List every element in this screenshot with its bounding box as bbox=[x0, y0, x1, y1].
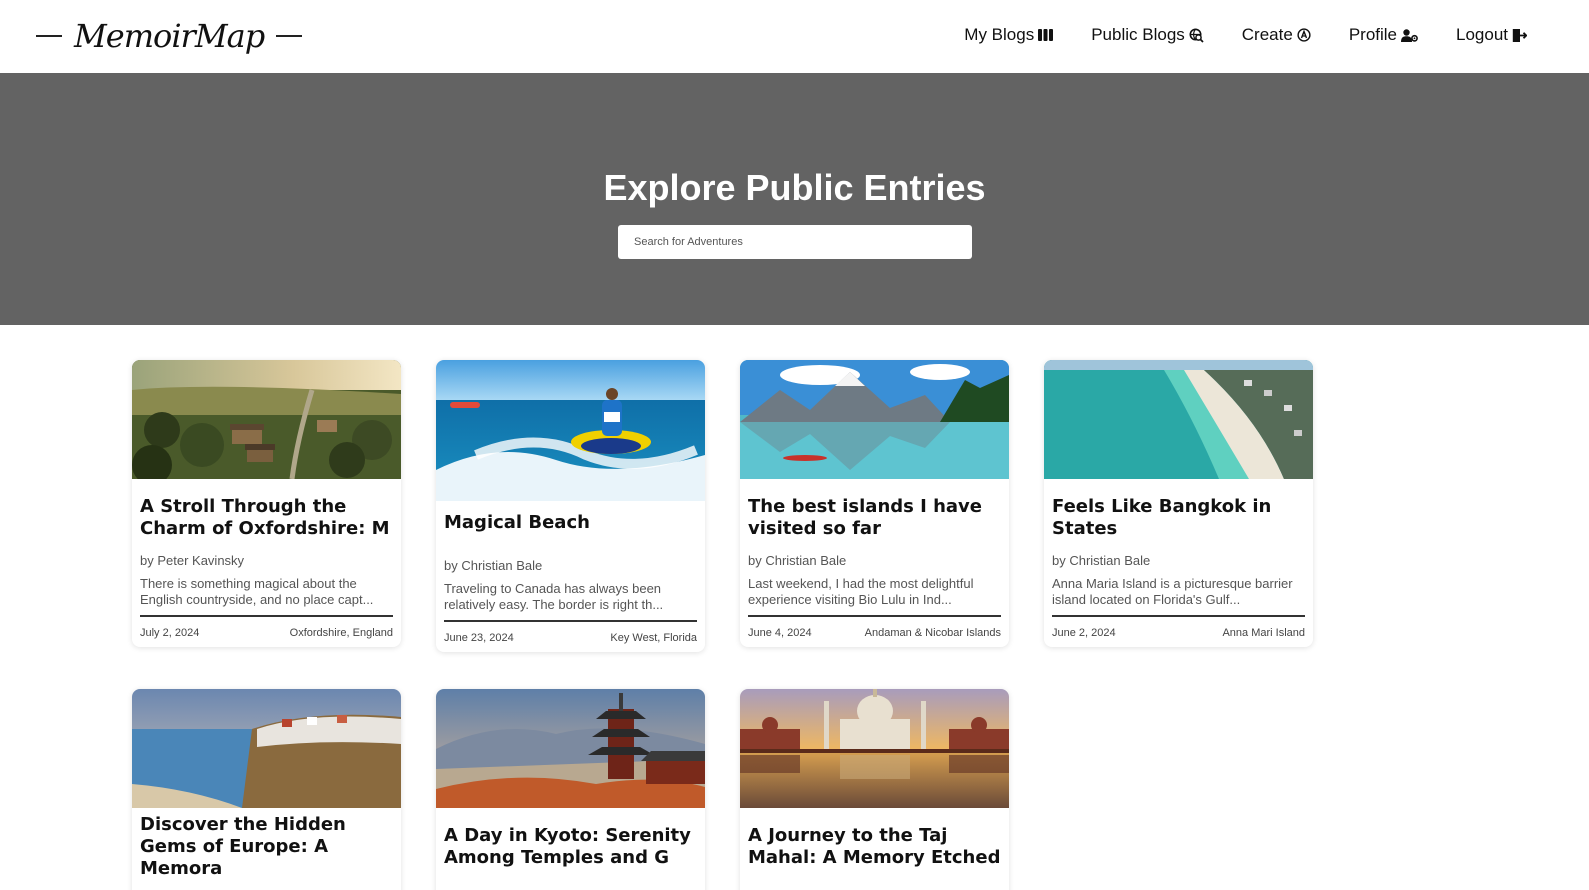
card-image-mountain-lake[interactable] bbox=[740, 360, 1009, 479]
blog-card[interactable]: A Day in Kyoto: Serenity Among Temples a… bbox=[436, 689, 705, 890]
card-excerpt: Traveling to Canada has always been rela… bbox=[444, 581, 664, 612]
card-location: Key West, Florida bbox=[610, 632, 697, 644]
nav-create-label: Create bbox=[1241, 25, 1293, 44]
card-meta: July 2, 2024 Oxfordshire, England bbox=[140, 627, 393, 647]
card-location: Oxfordshire, England bbox=[289, 627, 393, 639]
card-meta: June 4, 2024 Andaman & Nicobar Islands bbox=[748, 627, 1001, 647]
logo-dash-right bbox=[276, 35, 303, 37]
card-title[interactable]: A Stroll Through the Charm of Oxfordshir… bbox=[140, 496, 393, 540]
page-title: Explore Public Entries bbox=[603, 167, 986, 208]
blog-card[interactable]: Feels Like Bangkok in States by Christia… bbox=[1044, 360, 1313, 647]
card-image-kyoto-pagoda[interactable] bbox=[436, 689, 705, 808]
card-title[interactable]: A Day in Kyoto: Serenity Among Temples a… bbox=[444, 825, 697, 869]
card-excerpt: Anna Maria Island is a picturesque barri… bbox=[1052, 576, 1293, 607]
card-author: by Christian Bale bbox=[1052, 553, 1151, 568]
card-image-cliffside-town[interactable] bbox=[132, 689, 401, 808]
card-meta: June 23, 2024 Key West, Florida bbox=[444, 632, 697, 652]
card-author: by Peter Kavinsky bbox=[140, 553, 245, 568]
blog-card[interactable]: The best islands I have visited so far b… bbox=[740, 360, 1009, 647]
card-title[interactable]: The best islands I have visited so far bbox=[748, 496, 1001, 540]
grid-columns-icon bbox=[1038, 29, 1054, 41]
nav-public-blogs-label: Public Blogs bbox=[1091, 25, 1185, 44]
nav-public-blogs[interactable]: Public Blogs bbox=[1091, 25, 1204, 45]
card-meta: June 2, 2024 Anna Mari Island bbox=[1052, 627, 1305, 647]
create-circle-icon bbox=[1297, 28, 1311, 42]
blog-card[interactable]: A Stroll Through the Charm of Oxfordshir… bbox=[132, 360, 401, 647]
nav-logout[interactable]: Logout bbox=[1456, 25, 1527, 45]
blog-card[interactable]: A Journey to the Taj Mahal: A Memory Etc… bbox=[740, 689, 1009, 890]
card-location: Anna Mari Island bbox=[1222, 627, 1305, 639]
card-excerpt: Last weekend, I had the most delightful … bbox=[748, 576, 974, 607]
card-image-taj-mahal[interactable] bbox=[740, 689, 1009, 808]
nav-create[interactable]: Create bbox=[1242, 25, 1311, 45]
card-divider bbox=[748, 615, 1001, 617]
card-divider bbox=[444, 620, 697, 622]
card-date: June 23, 2024 bbox=[444, 632, 514, 644]
card-image-countryside-village[interactable] bbox=[132, 360, 401, 479]
card-author: by Christian Bale bbox=[748, 553, 847, 568]
card-location: Andaman & Nicobar Islands bbox=[864, 627, 1001, 639]
logo[interactable]: MemoirMap bbox=[36, 12, 303, 60]
card-image-jet-ski[interactable] bbox=[436, 360, 705, 501]
search-input[interactable] bbox=[618, 225, 972, 259]
nav-my-blogs[interactable]: My Blogs bbox=[964, 25, 1054, 45]
card-title[interactable]: Discover the Hidden Gems of Europe: A Me… bbox=[140, 814, 393, 879]
logout-icon bbox=[1512, 28, 1527, 42]
blog-card[interactable]: Discover the Hidden Gems of Europe: A Me… bbox=[132, 689, 401, 890]
logo-text: MemoirMap bbox=[74, 17, 265, 55]
card-date: June 4, 2024 bbox=[748, 627, 812, 639]
card-image-beach-aerial[interactable] bbox=[1044, 360, 1313, 479]
card-excerpt: There is something magical about the Eng… bbox=[140, 576, 374, 607]
card-title[interactable]: A Journey to the Taj Mahal: A Memory Etc… bbox=[748, 825, 1001, 869]
globe-search-icon bbox=[1189, 28, 1204, 43]
nav-logout-label: Logout bbox=[1456, 25, 1508, 44]
main-nav: My Blogs Public Blogs Create Profile Log… bbox=[964, 20, 1527, 50]
card-date: June 2, 2024 bbox=[1052, 627, 1116, 639]
card-divider bbox=[140, 615, 393, 617]
card-date: July 2, 2024 bbox=[140, 627, 200, 639]
top-navbar: MemoirMap My Blogs Public Blogs Create P… bbox=[0, 0, 1589, 73]
card-author: by Christian Bale bbox=[444, 558, 543, 573]
card-title[interactable]: Feels Like Bangkok in States bbox=[1052, 496, 1305, 540]
card-title[interactable]: Magical Beach bbox=[444, 501, 697, 545]
nav-profile-label: Profile bbox=[1348, 25, 1397, 44]
nav-profile[interactable]: Profile bbox=[1349, 25, 1418, 45]
logo-dash-left bbox=[36, 35, 62, 37]
user-gear-icon bbox=[1401, 28, 1418, 42]
blog-card[interactable]: Magical Beach by Christian Bale Travelin… bbox=[436, 360, 705, 652]
hero-banner: Explore Public Entries bbox=[0, 73, 1589, 325]
nav-my-blogs-label: My Blogs bbox=[964, 25, 1035, 44]
card-divider bbox=[1052, 615, 1305, 617]
